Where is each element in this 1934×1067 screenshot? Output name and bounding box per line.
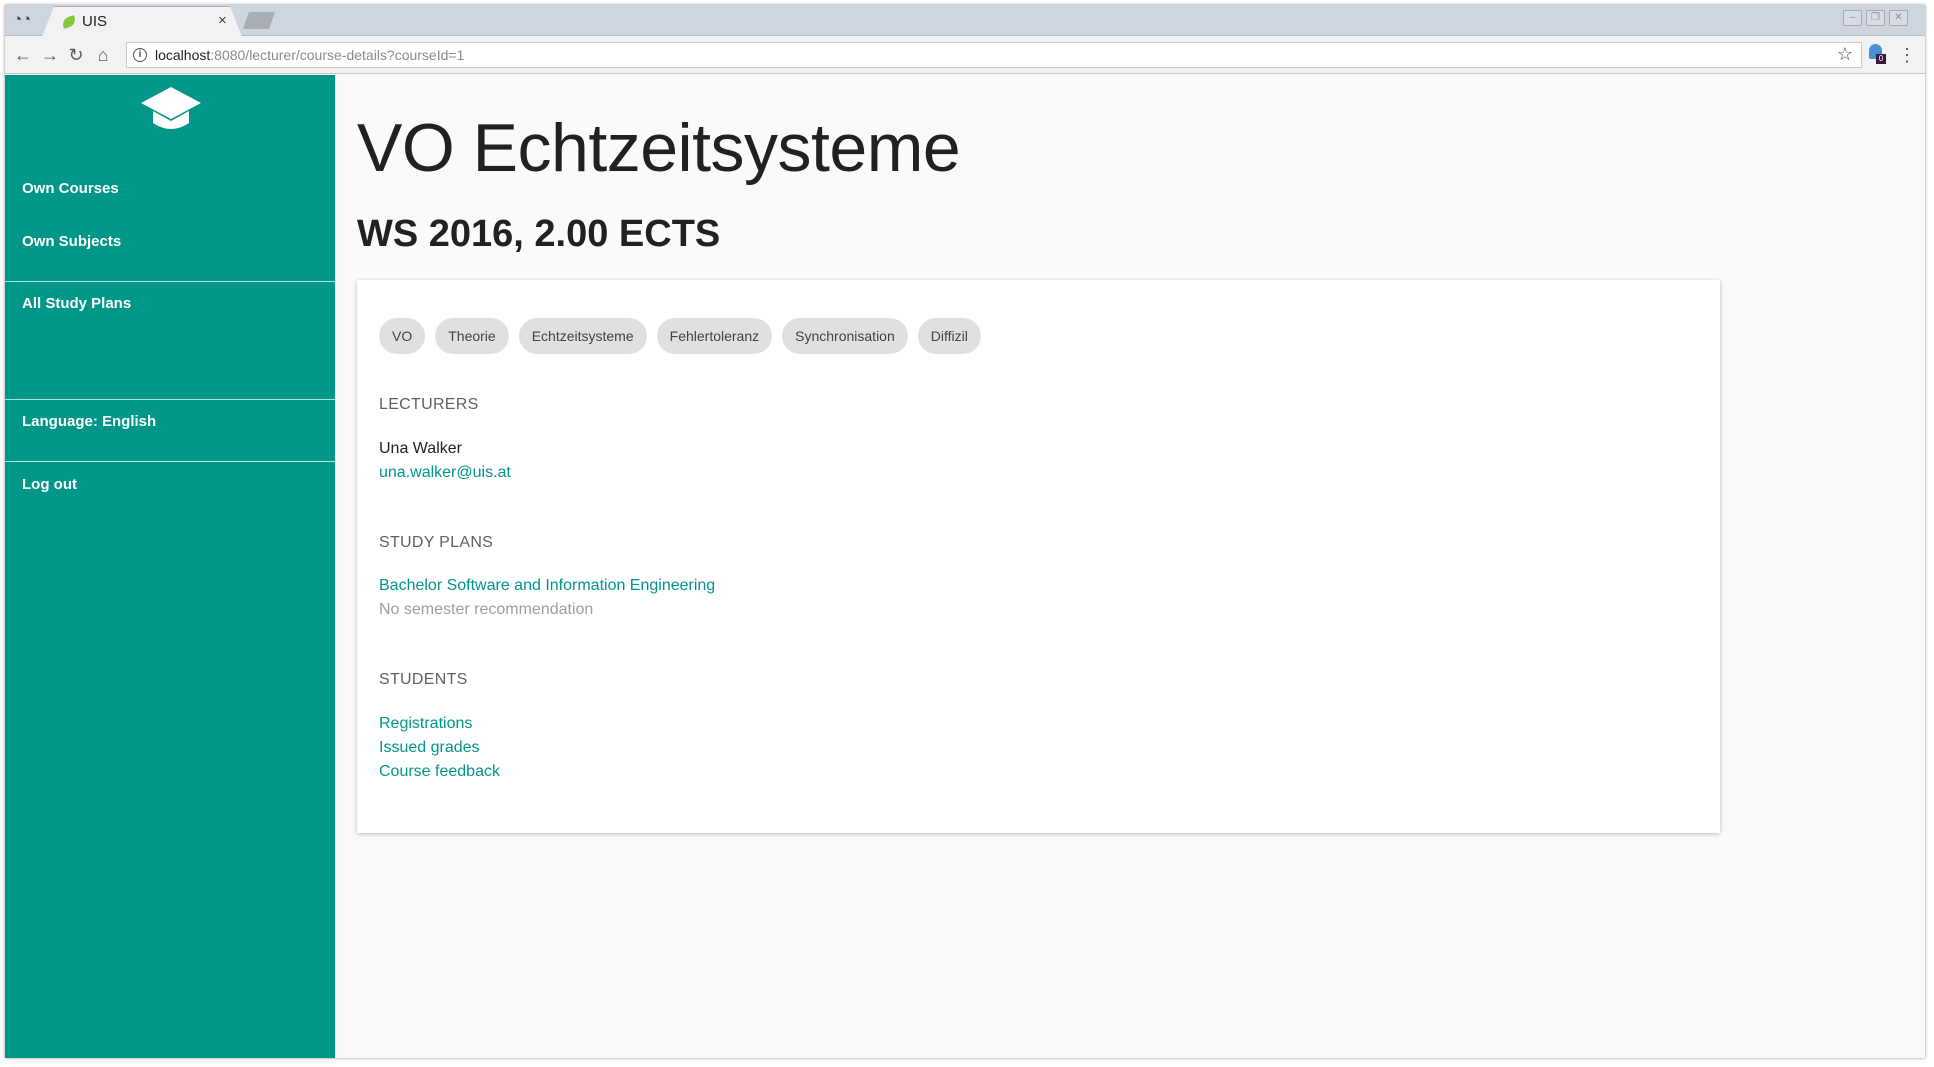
url-host: localhost — [155, 47, 211, 63]
tag-chip: Synchronisation — [782, 318, 908, 354]
sidebar-divider — [5, 399, 335, 400]
extension-badge: 0 — [1876, 54, 1886, 64]
bookmark-star-icon[interactable]: ☆ — [1837, 44, 1853, 65]
students-heading: STUDENTS — [379, 671, 468, 688]
incognito-icon: ◔◔ — [12, 11, 32, 28]
sidebar: Own Courses Own Subjects All Study Plans… — [5, 75, 335, 1058]
home-icon[interactable]: ⌂ — [93, 45, 113, 65]
browser-toolbar: ← → ↻ ⌂ i localhost:8080/lecturer/course… — [5, 36, 1925, 74]
study-plans-heading: STUDY PLANS — [379, 534, 494, 551]
study-plan-link[interactable]: Bachelor Software and Information Engine… — [379, 577, 715, 595]
tag-chip: VO — [379, 318, 426, 354]
lecturer-email-link[interactable]: una.walker@uis.at — [379, 464, 511, 482]
graduation-cap-icon — [141, 87, 201, 129]
sidebar-item-own-subjects[interactable]: Own Subjects — [22, 233, 121, 250]
tag-chip: Echtzeitsysteme — [518, 318, 647, 354]
url-text: localhost:8080/lecturer/course-details?c… — [155, 47, 464, 63]
sidebar-item-all-study-plans[interactable]: All Study Plans — [22, 295, 131, 312]
more-menu-icon[interactable]: ⋮ — [1898, 45, 1916, 65]
close-window-button[interactable]: ✕ — [1889, 10, 1908, 26]
reload-icon[interactable]: ↻ — [66, 45, 86, 65]
browser-tab[interactable]: UIS × — [42, 6, 242, 37]
sidebar-divider — [5, 281, 335, 282]
new-tab-button[interactable] — [243, 12, 275, 29]
page-title: VO Echtzeitsysteme — [357, 110, 961, 186]
issued-grades-link[interactable]: Issued grades — [379, 739, 480, 757]
info-icon[interactable]: i — [133, 48, 147, 62]
tag-chip: Diffizil — [917, 318, 981, 354]
minimize-button[interactable]: – — [1843, 10, 1862, 26]
tag-list: VO Theorie Echtzeitsysteme Fehlertoleran… — [379, 318, 981, 354]
tab-title: UIS — [82, 13, 108, 30]
sidebar-item-language[interactable]: Language: English — [22, 413, 156, 430]
tab-strip: ◔◔ UIS × – ❐ ✕ — [5, 5, 1925, 37]
browser-window: ◔◔ UIS × – ❐ ✕ ← → ↻ ⌂ i localhost:8080/… — [5, 5, 1925, 1058]
leaf-favicon-icon — [60, 14, 78, 30]
close-tab-icon[interactable]: × — [218, 12, 227, 29]
lecturers-heading: LECTURERS — [379, 396, 479, 413]
tag-chip: Theorie — [435, 318, 509, 354]
app-root: Own Courses Own Subjects All Study Plans… — [5, 75, 1925, 1058]
main-content: VO Echtzeitsysteme WS 2016, 2.00 ECTS VO… — [335, 75, 1925, 1058]
sidebar-item-log-out[interactable]: Log out — [22, 476, 77, 493]
course-feedback-link[interactable]: Course feedback — [379, 763, 500, 781]
course-details-card: VO Theorie Echtzeitsysteme Fehlertoleran… — [357, 280, 1720, 833]
address-bar[interactable]: i localhost:8080/lecturer/course-details… — [126, 42, 1862, 68]
forward-arrow-icon[interactable]: → — [40, 45, 60, 65]
course-subtitle: WS 2016, 2.00 ECTS — [357, 213, 721, 255]
sidebar-divider — [5, 461, 335, 462]
lecturer-name: Una Walker — [379, 440, 462, 457]
tag-chip: Fehlertoleranz — [656, 318, 773, 354]
registrations-link[interactable]: Registrations — [379, 715, 472, 733]
extension-ghost-icon[interactable]: 0 — [1867, 44, 1887, 66]
restore-button[interactable]: ❐ — [1866, 10, 1885, 26]
back-arrow-icon[interactable]: ← — [13, 45, 33, 65]
url-path: :8080/lecturer/course-details?courseId=1 — [210, 47, 465, 63]
semester-recommendation: No semester recommendation — [379, 601, 594, 618]
sidebar-item-own-courses[interactable]: Own Courses — [22, 180, 119, 197]
